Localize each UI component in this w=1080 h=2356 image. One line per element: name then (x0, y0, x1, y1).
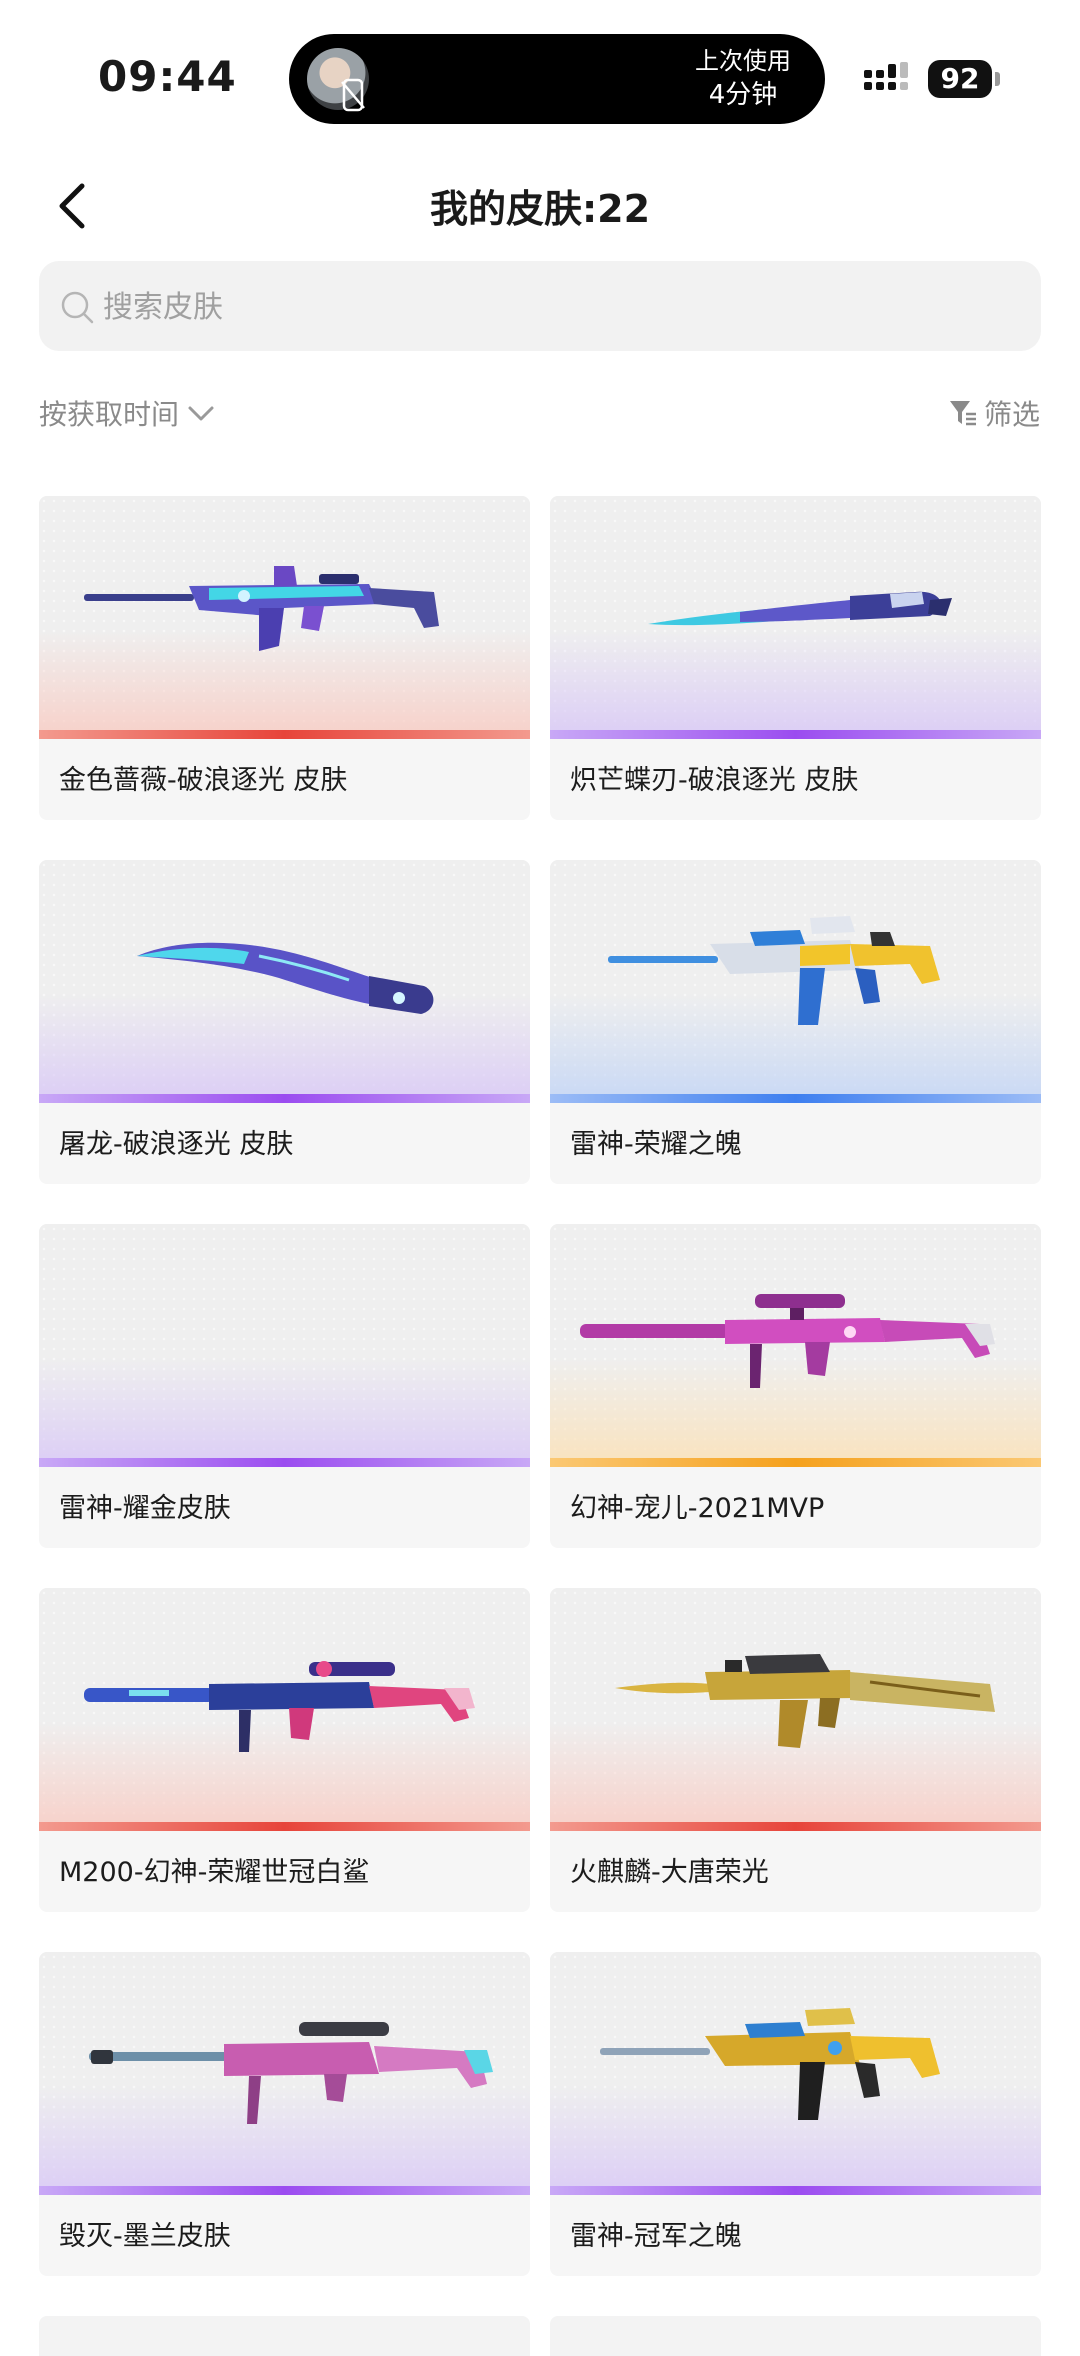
skin-card[interactable]: 幻神-宠儿-2021MVP (550, 1224, 1041, 1548)
machete-icon (137, 942, 434, 1014)
island-line1: 上次使用 (695, 47, 791, 75)
skin-name: 幻神-宠儿-2021MVP (570, 1493, 825, 1524)
carbine-rifle-icon (608, 916, 940, 1025)
rarity-bar (550, 1458, 1041, 1467)
skin-card-partial[interactable] (550, 2316, 1041, 2356)
skin-card-partial[interactable] (39, 2316, 530, 2356)
rarity-bar (550, 730, 1041, 739)
skin-thumbnail (39, 1952, 530, 2195)
battery-indicator: 92 (928, 60, 992, 98)
sort-label: 按获取时间 (39, 398, 180, 431)
skin-thumbnail (39, 1224, 530, 1467)
skin-thumbnail (550, 1952, 1041, 2195)
skin-name: M200-幻神-荣耀世冠白鲨 (59, 1857, 370, 1888)
skin-thumbnail (550, 1224, 1041, 1467)
rarity-bar (550, 1822, 1041, 1831)
status-time: 09:44 (98, 52, 237, 101)
skin-name: 金色蔷薇-破浪逐光 皮肤 (59, 765, 348, 796)
skin-card[interactable]: 雷神-耀金皮肤 (39, 1224, 530, 1548)
rarity-bar (39, 730, 530, 739)
dynamic-island[interactable]: 上次使用 4分钟 (289, 34, 825, 124)
skin-card[interactable]: M200-幻神-荣耀世冠白鲨 (39, 1588, 530, 1912)
skin-thumbnail (39, 1588, 530, 1831)
skin-card[interactable]: 炽芒蝶刃-破浪逐光 皮肤 (550, 496, 1041, 820)
page-title: 我的皮肤:22 (429, 187, 651, 231)
heavy-sniper-icon (89, 2022, 493, 2124)
skin-card[interactable]: 金色蔷薇-破浪逐光 皮肤 (39, 496, 530, 820)
skin-name: 雷神-荣耀之魄 (570, 1129, 742, 1160)
filter-button[interactable]: 筛选 (948, 393, 1040, 433)
rarity-bar (39, 2186, 530, 2195)
chevron-down-icon (188, 406, 214, 421)
skin-card[interactable]: 毁灭-墨兰皮肤 (39, 1952, 530, 2276)
phone-off-icon (341, 78, 365, 112)
battery-tip (995, 72, 1000, 86)
skin-thumbnail (550, 496, 1041, 739)
skin-name: 屠龙-破浪逐光 皮肤 (59, 1129, 294, 1160)
skin-card[interactable]: 雷神-冠军之魄 (550, 1952, 1041, 2276)
carbine-rifle-icon (600, 2008, 940, 2120)
sort-dropdown[interactable]: 按获取时间 (39, 393, 215, 433)
sniper-rifle-icon (580, 1294, 995, 1388)
skin-thumbnail (39, 496, 530, 739)
skin-thumbnail (550, 860, 1041, 1103)
rarity-bar (550, 2186, 1041, 2195)
rarity-bar (39, 1458, 530, 1467)
rarity-bar (39, 1094, 530, 1103)
skin-thumbnail (550, 1588, 1041, 1831)
skin-name: 雷神-冠军之魄 (570, 2221, 742, 2252)
island-last-used: 上次使用 4分钟 (695, 44, 791, 112)
search-icon (61, 291, 94, 324)
skin-name: 雷神-耀金皮肤 (59, 1493, 231, 1524)
skin-card[interactable]: 雷神-荣耀之魄 (550, 860, 1041, 1184)
island-line2: 4分钟 (708, 80, 778, 110)
skin-name: 毁灭-墨兰皮肤 (59, 2221, 231, 2252)
filter-icon (949, 401, 976, 426)
signal-icon (864, 62, 908, 90)
rarity-bar (39, 1822, 530, 1831)
blade-icon (648, 591, 952, 626)
filter-label: 筛选 (983, 398, 1040, 431)
sniper-rifle-icon (84, 1661, 475, 1752)
skin-name: 炽芒蝶刃-破浪逐光 皮肤 (570, 765, 859, 796)
skin-thumbnail (39, 860, 530, 1103)
search-bar[interactable] (39, 261, 1041, 353)
skin-card[interactable]: 屠龙-破浪逐光 皮肤 (39, 860, 530, 1184)
status-bar: 09:44 上次使用 4分钟 92 (0, 0, 1080, 150)
skin-card[interactable]: 火麒麟-大唐荣光 (550, 1588, 1041, 1912)
skin-name: 火麒麟-大唐荣光 (570, 1857, 769, 1888)
rarity-bar (550, 1094, 1041, 1103)
assault-rifle-icon (84, 566, 439, 651)
ak-rifle-icon (615, 1654, 995, 1748)
search-input[interactable] (101, 261, 1005, 353)
